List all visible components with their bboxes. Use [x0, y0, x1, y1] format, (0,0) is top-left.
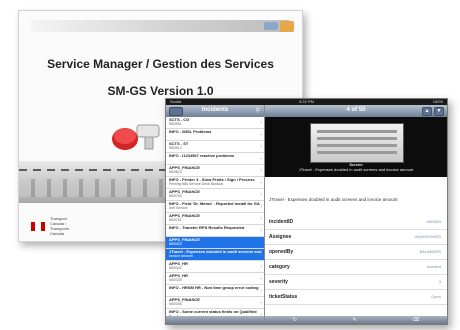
- chevron-right-icon: ›: [260, 168, 262, 174]
- chevron-right-icon: ›: [260, 252, 262, 258]
- chevron-right-icon: ›: [260, 204, 262, 210]
- list-item-title: INFO - HRSM HR - Non time group error co…: [169, 285, 259, 290]
- list-item-title: INFO - Transfer RPS Results Requested: [169, 225, 245, 230]
- list-item[interactable]: APPS_FINANCE I800751 ›: [166, 213, 264, 225]
- list-item[interactable]: INFO - Printer 3 - Slow Prints / Sign / …: [166, 177, 264, 189]
- next-arrow-icon[interactable]: ▼: [434, 107, 444, 116]
- chevron-right-icon: ›: [260, 144, 262, 150]
- list-item-title: INFO - I1234567 reactive problems: [169, 153, 235, 158]
- government-wordmark: Transport Canada / Transports Canada: [31, 216, 72, 236]
- detail-field-row[interactable]: ticketStatus Open: [265, 290, 447, 305]
- field-value: incident: [427, 264, 441, 269]
- incident-list: SCTS - CG I800951 › INFO - WISL Problems › SC…: [166, 117, 264, 324]
- detail-field-row[interactable]: Assignee UNASSIGNED: [265, 230, 447, 245]
- screenshot-caption: Screen JTravel - Expenses doubled in aud…: [265, 162, 447, 172]
- trash-icon[interactable]: ⌫: [412, 317, 419, 323]
- chevron-right-icon: ›: [260, 288, 262, 294]
- field-label: Assignee: [269, 234, 292, 240]
- detail-field-row[interactable]: incidentID I800403: [265, 215, 447, 230]
- detail-toolbar: ↻ ✎ ⌫: [265, 316, 447, 324]
- list-item-subtitle: I800823: [169, 170, 182, 174]
- incident-summary: JTravel - Expenses doubled in audit scre…: [269, 197, 398, 202]
- slide-header-bar: [31, 20, 289, 32]
- field-value: I800403: [426, 219, 441, 224]
- field-label: ticketStatus: [269, 294, 298, 300]
- list-item-title: INFO - WISL Problems: [169, 129, 212, 134]
- chevron-right-icon: ›: [260, 264, 262, 270]
- chevron-right-icon: ›: [260, 192, 262, 198]
- chevron-right-icon: ›: [260, 276, 262, 282]
- list-item[interactable]: INFO - HRSM HR - Non time group error co…: [166, 285, 264, 297]
- list-item[interactable]: APPS_HR I800342 ›: [166, 261, 264, 273]
- organization-label: Transport Canada / Transports Canada: [50, 216, 69, 236]
- list-item-subtitle: Printing fails Service Desk Modular: [169, 182, 224, 186]
- ipad-screen: Scotia 3:22 PM 100% Incidents ⚲ SCTS - C…: [165, 98, 448, 325]
- list-item[interactable]: APPS_FINANCE I800823 ›: [166, 165, 264, 177]
- chevron-right-icon: ›: [260, 156, 262, 162]
- caption-text: JTravel - Expenses doubled in audit scre…: [298, 167, 414, 172]
- field-value: Open: [431, 294, 441, 299]
- search-icon[interactable]: ⚲: [256, 107, 260, 114]
- chevron-right-icon: ›: [260, 240, 262, 246]
- detail-field-row[interactable]: severity 3: [265, 275, 447, 290]
- list-item-subtitle: invoice amount: [169, 254, 193, 258]
- list-item[interactable]: APPS_FINANCE I800760 ›: [166, 189, 264, 201]
- chevron-right-icon: ›: [260, 216, 262, 222]
- logo-icon: [264, 18, 296, 34]
- list-item-subtitle: I800403: [169, 242, 182, 246]
- canada-flag-icon: [31, 221, 45, 231]
- list-item-subtitle: I800912: [169, 146, 182, 150]
- chevron-right-icon: ›: [260, 300, 262, 306]
- chevron-right-icon: ›: [260, 228, 262, 234]
- master-nav-bar: Incidents ⚲: [166, 105, 264, 117]
- list-item-subtitle: I800760: [169, 194, 182, 198]
- list-item-subtitle: I800751: [169, 218, 182, 222]
- list-item-subtitle: I800308: [169, 302, 182, 306]
- list-item[interactable]: INFO - WISL Problems ›: [166, 129, 264, 141]
- compose-icon[interactable]: ✎: [352, 317, 356, 323]
- field-value: BALANDER: [419, 249, 441, 254]
- master-toolbar: [166, 316, 264, 324]
- field-label: severity: [269, 279, 288, 285]
- chevron-right-icon: ›: [260, 120, 262, 126]
- list-item[interactable]: INFO - Field 'Dr. Memo' - Reported insta…: [166, 201, 264, 213]
- refresh-icon[interactable]: ↻: [293, 317, 297, 323]
- detail-title: 4 of 55: [346, 107, 366, 113]
- list-item-subtitle: I800339: [169, 278, 182, 282]
- list-item[interactable]: APPS_FINANCE I800308 ›: [166, 297, 264, 309]
- field-label: category: [269, 264, 290, 270]
- incident-detail-pane: 4 of 55 ▲ ▼ Screen JTravel - Expenses do…: [265, 105, 447, 324]
- chevron-right-icon: ›: [260, 180, 262, 186]
- list-item[interactable]: INFO - Transfer RPS Results Requested ›: [166, 225, 264, 237]
- slide-title: Service Manager / Gestion des Services: [47, 57, 274, 71]
- screenshot-image: [310, 123, 404, 163]
- chevron-right-icon: ›: [260, 324, 262, 325]
- list-item-subtitle: I800951: [169, 122, 182, 126]
- chevron-right-icon: ›: [260, 132, 262, 138]
- slide-subtitle: SM-GS Version 1.0: [107, 84, 214, 98]
- incident-screenshot: Screen JTravel - Expenses doubled in aud…: [265, 117, 447, 177]
- list-item[interactable]: SCTS - ST I800912 ›: [166, 141, 264, 153]
- detail-nav-bar: 4 of 55 ▲ ▼: [265, 105, 447, 117]
- field-value: UNASSIGNED: [414, 234, 441, 239]
- detail-field-row[interactable]: openedBy BALANDER: [265, 245, 447, 260]
- list-item[interactable]: APPS_FINANCE I800403 ›: [166, 237, 264, 249]
- list-item[interactable]: APPS_HR I800339 ›: [166, 273, 264, 285]
- field-value: 3: [438, 279, 441, 284]
- list-item[interactable]: SCTS - CG I800951 ›: [166, 117, 264, 129]
- incident-fields: incidentID I800403 Assignee UNASSIGNED opene…: [265, 215, 447, 305]
- previous-arrow-icon[interactable]: ▲: [422, 107, 432, 116]
- list-item-subtitle: I800342: [169, 266, 182, 270]
- list-item[interactable]: INFO - I1234567 reactive problems ›: [166, 153, 264, 165]
- field-label: openedBy: [269, 249, 294, 255]
- list-item[interactable]: JTravel - Expenses doubled in audit scre…: [166, 249, 264, 261]
- field-label: incidentID: [269, 219, 294, 225]
- list-item-subtitle: Self Service: [169, 206, 188, 210]
- incident-list-pane: Incidents ⚲ SCTS - CG I800951 › INFO - WISL…: [166, 105, 265, 324]
- detail-field-row[interactable]: category incident: [265, 260, 447, 275]
- master-title: Incidents: [201, 107, 229, 113]
